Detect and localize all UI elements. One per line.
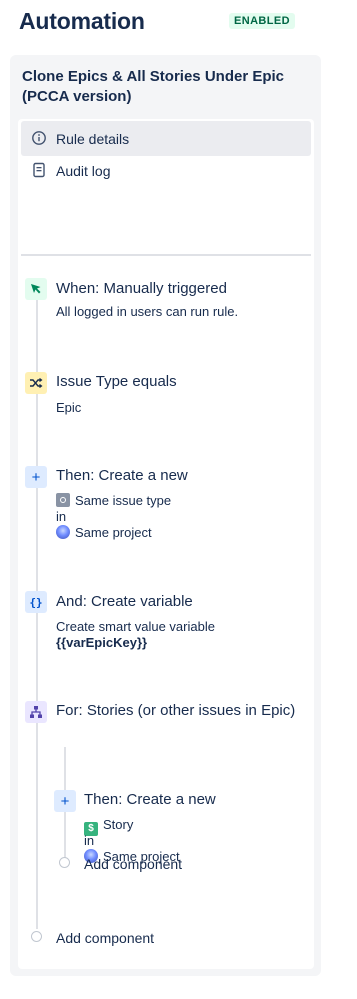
issue-type-label: Same issue type [75,493,172,508]
branch-create-title: Then: Create a new [84,791,216,808]
trigger-description: All logged in users can run rule. [56,304,239,319]
shuffle-icon [25,372,47,394]
trigger-title: When: Manually triggered [56,280,227,297]
add-component-label: Add component [84,856,183,872]
menu-item-audit-log[interactable]: Audit log [21,153,311,188]
status-badge: ENABLED [229,13,295,29]
rule-card: Rule details Audit log When: Manually tr… [18,119,314,969]
issue-type-icon [56,493,70,507]
story-type-label: Story [103,817,134,832]
in-label: in [56,509,67,524]
project-label: Same project [75,525,152,540]
create-issue-title: Then: Create a new [56,467,188,484]
issue-type-row: Same issue type [56,493,171,509]
add-component-label: Add component [56,930,155,946]
project-row: Same project [56,525,152,541]
document-icon [33,162,45,178]
variable-description: Create smart value variable [56,619,215,634]
info-icon [32,131,46,145]
menu-item-label: Audit log [56,163,111,179]
rule-title: Clone Epics & All Stories Under Epic (PC… [22,68,285,105]
variable-name: {{varEpicKey}} [56,635,148,650]
page-title: Automation [19,8,145,34]
menu-item-rule-details[interactable]: Rule details [21,121,311,156]
braces-icon: {} [25,591,47,613]
in-label: in [84,833,95,848]
manual-trigger-icon [25,278,47,300]
add-dot [59,857,70,868]
menu-item-label: Rule details [56,131,130,147]
divider [21,254,311,256]
plus-icon: + [54,790,76,812]
rule-panel: Clone Epics & All Stories Under Epic (PC… [10,55,321,976]
add-dot [31,931,42,942]
project-avatar [56,525,70,539]
create-variable-title: And: Create variable [56,593,193,610]
branch-icon [25,701,47,723]
condition-title: Issue Type equals [56,373,177,390]
plus-icon: + [25,466,47,488]
branch-title: For: Stories (or other issues in Epic) [56,702,296,719]
page-header: Automation ENABLED [19,6,349,36]
condition-value: Epic [56,400,82,415]
